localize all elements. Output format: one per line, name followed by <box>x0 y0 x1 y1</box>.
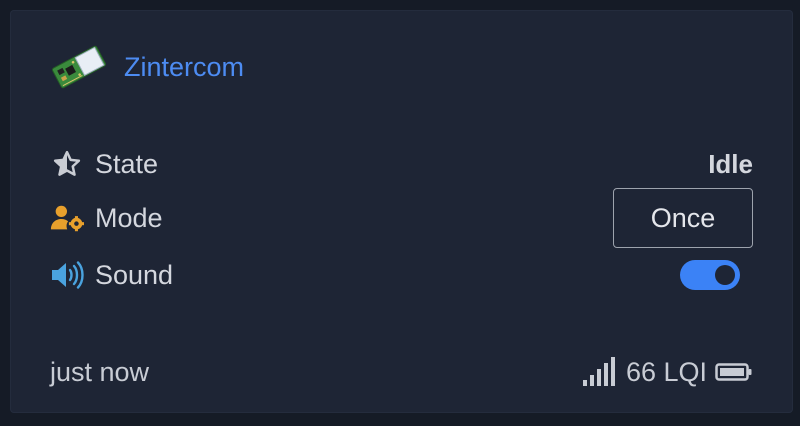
user-gear-icon <box>50 203 84 233</box>
device-name-link[interactable]: Zintercom <box>124 52 244 83</box>
device-footer: just now 66 LQI <box>50 350 753 394</box>
lqi-value: 66 LQI <box>625 356 707 387</box>
device-header: Zintercom <box>50 40 244 94</box>
toggle-knob <box>715 265 735 285</box>
zigbee-module-icon <box>51 45 107 89</box>
sound-label: Sound <box>95 259 174 290</box>
mode-label: Mode <box>95 202 163 233</box>
state-value: Idle <box>708 148 753 179</box>
sound-toggle[interactable] <box>680 260 740 290</box>
state-label: State <box>95 148 159 179</box>
speaker-icon <box>50 260 84 290</box>
device-card: Zintercom State Idle Mode Once Sound jus… <box>10 10 793 413</box>
mode-row: Mode Once <box>50 188 753 248</box>
star-icon <box>50 149 84 179</box>
last-seen-text: just now <box>50 356 150 387</box>
sound-row: Sound <box>50 255 753 295</box>
state-row: State Idle <box>50 144 753 184</box>
battery-icon <box>715 363 752 381</box>
signal-bars-icon <box>582 357 615 386</box>
mode-button[interactable]: Once <box>613 188 753 248</box>
